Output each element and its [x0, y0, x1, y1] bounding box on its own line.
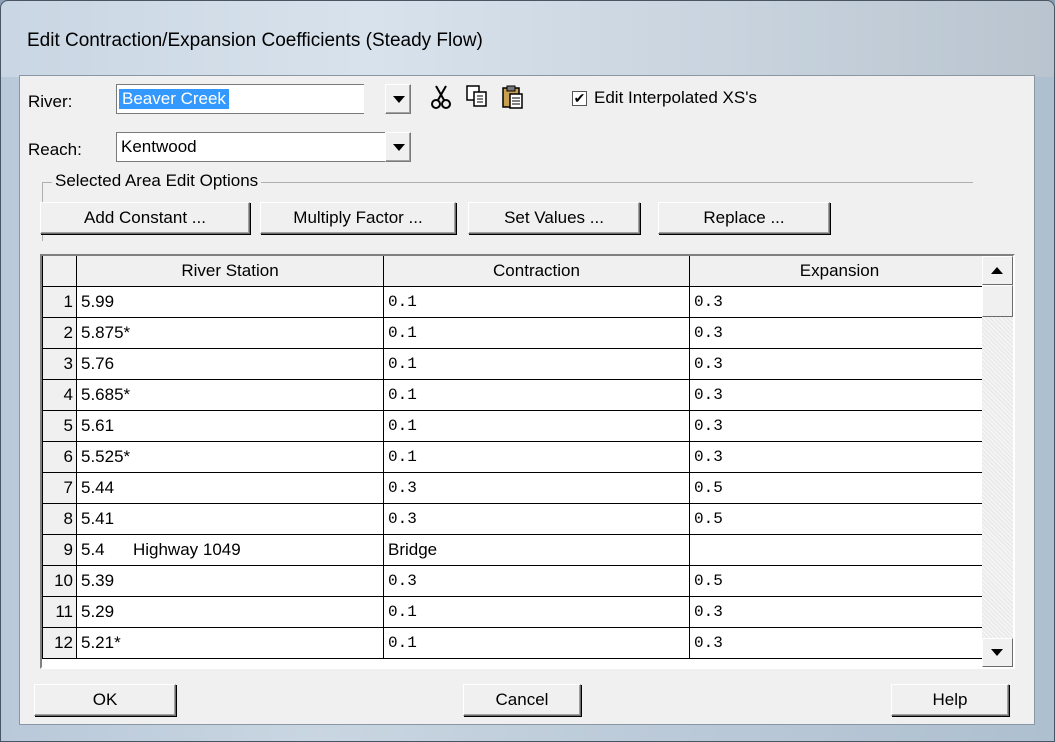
river-station-cell[interactable]: 5.39	[76, 565, 384, 597]
row-number: 1	[42, 286, 77, 318]
river-label: River:	[28, 92, 73, 111]
table-row[interactable]: 8 5.41 0.3 0.5	[42, 503, 990, 535]
river-station-cell[interactable]: 5.525*	[76, 441, 384, 473]
river-station-cell[interactable]: 5.99	[76, 286, 384, 318]
reach-dropdown-button[interactable]	[385, 132, 411, 162]
row-number: 3	[42, 348, 77, 380]
contraction-cell[interactable]: 0.1	[383, 410, 690, 442]
table-row[interactable]: 10 5.39 0.3 0.5	[42, 565, 990, 597]
expansion-cell[interactable]: 0.3	[689, 410, 990, 442]
row-number: 8	[42, 503, 77, 535]
add-constant-button[interactable]: Add Constant ...	[40, 202, 250, 234]
scroll-thumb[interactable]	[982, 285, 1013, 317]
row-number: 9	[42, 534, 77, 566]
river-station-cell[interactable]: 5.41	[76, 503, 384, 535]
scroll-up-button[interactable]	[982, 256, 1013, 285]
table-header-row: River Station Contraction Expansion	[42, 256, 990, 287]
ok-button[interactable]: OK	[34, 684, 176, 716]
edit-interpolated-checkbox[interactable]: ✔	[572, 91, 587, 106]
cancel-button[interactable]: Cancel	[463, 684, 581, 716]
column-header-expansion: Expansion	[689, 256, 990, 287]
row-number: 4	[42, 379, 77, 411]
reach-select-value: Kentwood	[121, 137, 197, 156]
expansion-cell[interactable]: 0.5	[689, 503, 990, 535]
river-station-cell[interactable]: 5.685*	[76, 379, 384, 411]
table-row[interactable]: 2 5.875* 0.1 0.3	[42, 317, 990, 349]
river-station-cell[interactable]: 5.29	[76, 596, 384, 628]
multiply-factor-button[interactable]: Multiply Factor ...	[260, 202, 456, 234]
row-number: 5	[42, 410, 77, 442]
contraction-cell[interactable]: 0.1	[383, 441, 690, 473]
contraction-cell[interactable]: 0.3	[383, 565, 690, 597]
river-dropdown-button[interactable]	[385, 84, 411, 114]
expansion-cell[interactable]: 0.3	[689, 596, 990, 628]
expansion-cell[interactable]: 0.3	[689, 317, 990, 349]
scissors-icon[interactable]	[428, 84, 454, 112]
set-values-button[interactable]: Set Values ...	[468, 202, 640, 234]
window-title: Edit Contraction/Expansion Coefficients …	[27, 30, 483, 51]
contraction-cell[interactable]: 0.3	[383, 503, 690, 535]
contraction-cell[interactable]: 0.1	[383, 348, 690, 380]
selected-area-edit-options-title: Selected Area Edit Options	[52, 171, 262, 191]
table-row[interactable]: 9 5.4 Highway 1049 Bridge	[42, 534, 990, 566]
coefficients-table: River Station Contraction Expansion 1 5.9…	[40, 254, 1015, 669]
copy-icon[interactable]	[464, 84, 490, 112]
table-row[interactable]: 3 5.76 0.1 0.3	[42, 348, 990, 380]
title-bar[interactable]: Edit Contraction/Expansion Coefficients …	[1, 1, 1054, 77]
contraction-cell[interactable]: 0.1	[383, 286, 690, 318]
paste-icon[interactable]	[500, 84, 526, 112]
expansion-cell[interactable]: 0.5	[689, 472, 990, 504]
row-number: 2	[42, 317, 77, 349]
expansion-cell[interactable]	[689, 534, 990, 566]
row-number-header	[42, 256, 77, 287]
contraction-cell[interactable]: 0.1	[383, 627, 690, 659]
column-header-river-station: River Station	[76, 256, 384, 287]
row-number: 11	[42, 596, 77, 628]
dialog-client-area: River: Beaver Creek ✔ Edit Interpolated …	[19, 75, 1035, 725]
expansion-cell[interactable]: 0.3	[689, 627, 990, 659]
river-station-cell[interactable]: 5.61	[76, 410, 384, 442]
river-select-value: Beaver Creek	[119, 89, 229, 109]
coefficients-grid: River Station Contraction Expansion 1 5.9…	[42, 256, 990, 659]
scroll-down-button[interactable]	[982, 638, 1013, 667]
table-row[interactable]: 11 5.29 0.1 0.3	[42, 596, 990, 628]
river-station-cell[interactable]: 5.76	[76, 348, 384, 380]
river-select[interactable]: Beaver Creek	[116, 84, 364, 114]
contraction-cell[interactable]: 0.3	[383, 472, 690, 504]
river-station-cell[interactable]: 5.21*	[76, 627, 384, 659]
table-row[interactable]: 4 5.685* 0.1 0.3	[42, 379, 990, 411]
table-row[interactable]: 1 5.99 0.1 0.3	[42, 286, 990, 318]
column-header-contraction: Contraction	[383, 256, 690, 287]
table-row[interactable]: 5 5.61 0.1 0.3	[42, 410, 990, 442]
row-number: 12	[42, 627, 77, 659]
vertical-scrollbar[interactable]	[982, 256, 1013, 667]
river-station-cell[interactable]: 5.4 Highway 1049	[76, 534, 384, 566]
reach-select[interactable]: Kentwood	[116, 132, 386, 162]
river-station-cell[interactable]: 5.44	[76, 472, 384, 504]
reach-label: Reach:	[28, 140, 82, 159]
replace-button[interactable]: Replace ...	[658, 202, 830, 234]
contraction-cell[interactable]: 0.1	[383, 317, 690, 349]
table-row[interactable]: 12 5.21* 0.1 0.3	[42, 627, 990, 659]
row-number: 10	[42, 565, 77, 597]
expansion-cell[interactable]: 0.3	[689, 348, 990, 380]
row-number: 7	[42, 472, 77, 504]
expansion-cell[interactable]: 0.3	[689, 286, 990, 318]
dialog-window: Edit Contraction/Expansion Coefficients …	[0, 0, 1055, 742]
edit-interpolated-label: Edit Interpolated XS's	[594, 88, 757, 107]
contraction-cell[interactable]: Bridge	[383, 534, 690, 566]
help-button[interactable]: Help	[891, 684, 1009, 716]
expansion-cell[interactable]: 0.5	[689, 565, 990, 597]
expansion-cell[interactable]: 0.3	[689, 441, 990, 473]
river-station-cell[interactable]: 5.875*	[76, 317, 384, 349]
contraction-cell[interactable]: 0.1	[383, 596, 690, 628]
row-number: 6	[42, 441, 77, 473]
contraction-cell[interactable]: 0.1	[383, 379, 690, 411]
expansion-cell[interactable]: 0.3	[689, 379, 990, 411]
table-row[interactable]: 6 5.525* 0.1 0.3	[42, 441, 990, 473]
table-row[interactable]: 7 5.44 0.3 0.5	[42, 472, 990, 504]
